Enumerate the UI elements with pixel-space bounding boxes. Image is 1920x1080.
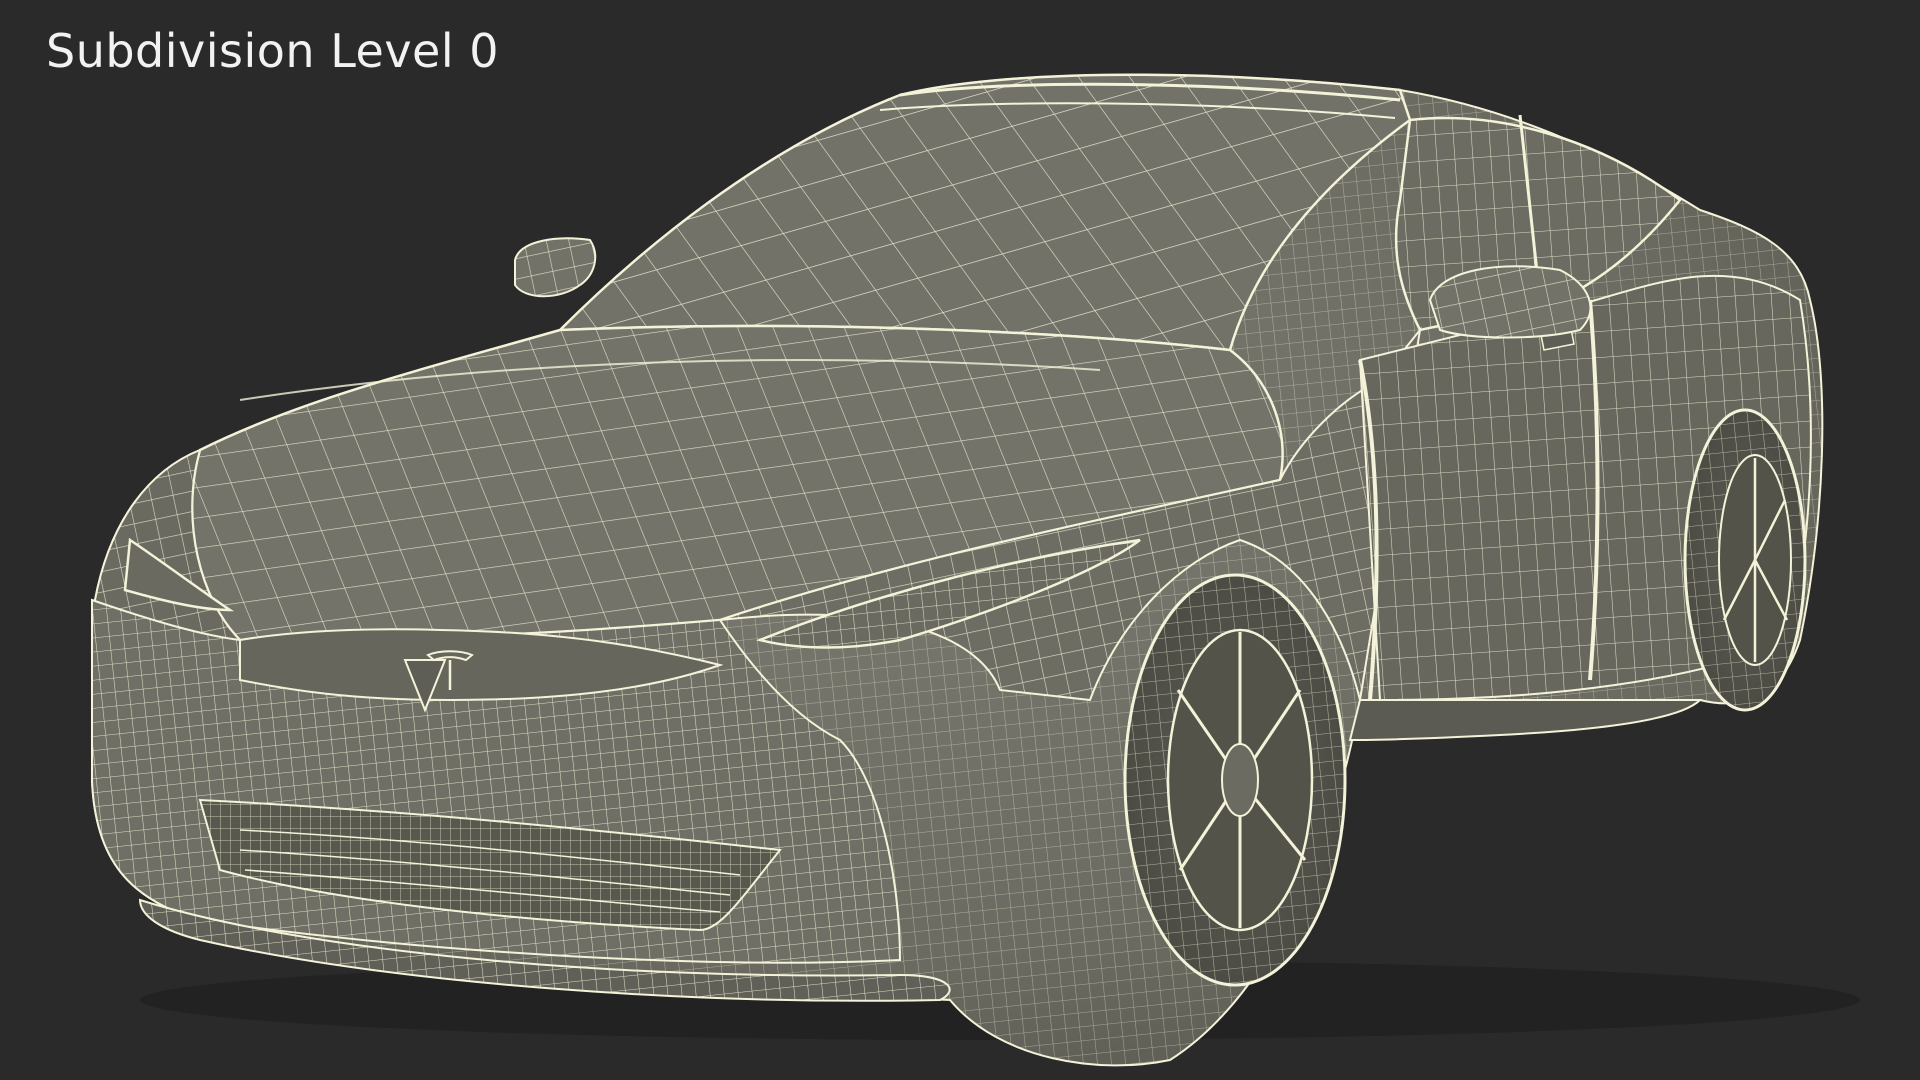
left-mirror xyxy=(514,237,597,298)
subdivision-level-label: Subdivision Level 0 xyxy=(46,24,500,78)
render-viewport: Subdivision Level 0 xyxy=(0,0,1920,1080)
rear-wheel xyxy=(1683,408,1807,712)
right-mirror xyxy=(1428,265,1592,339)
car-wireframe-render xyxy=(90,73,1860,1067)
front-wheel xyxy=(1123,573,1347,987)
rocker-panel xyxy=(1348,699,1703,742)
